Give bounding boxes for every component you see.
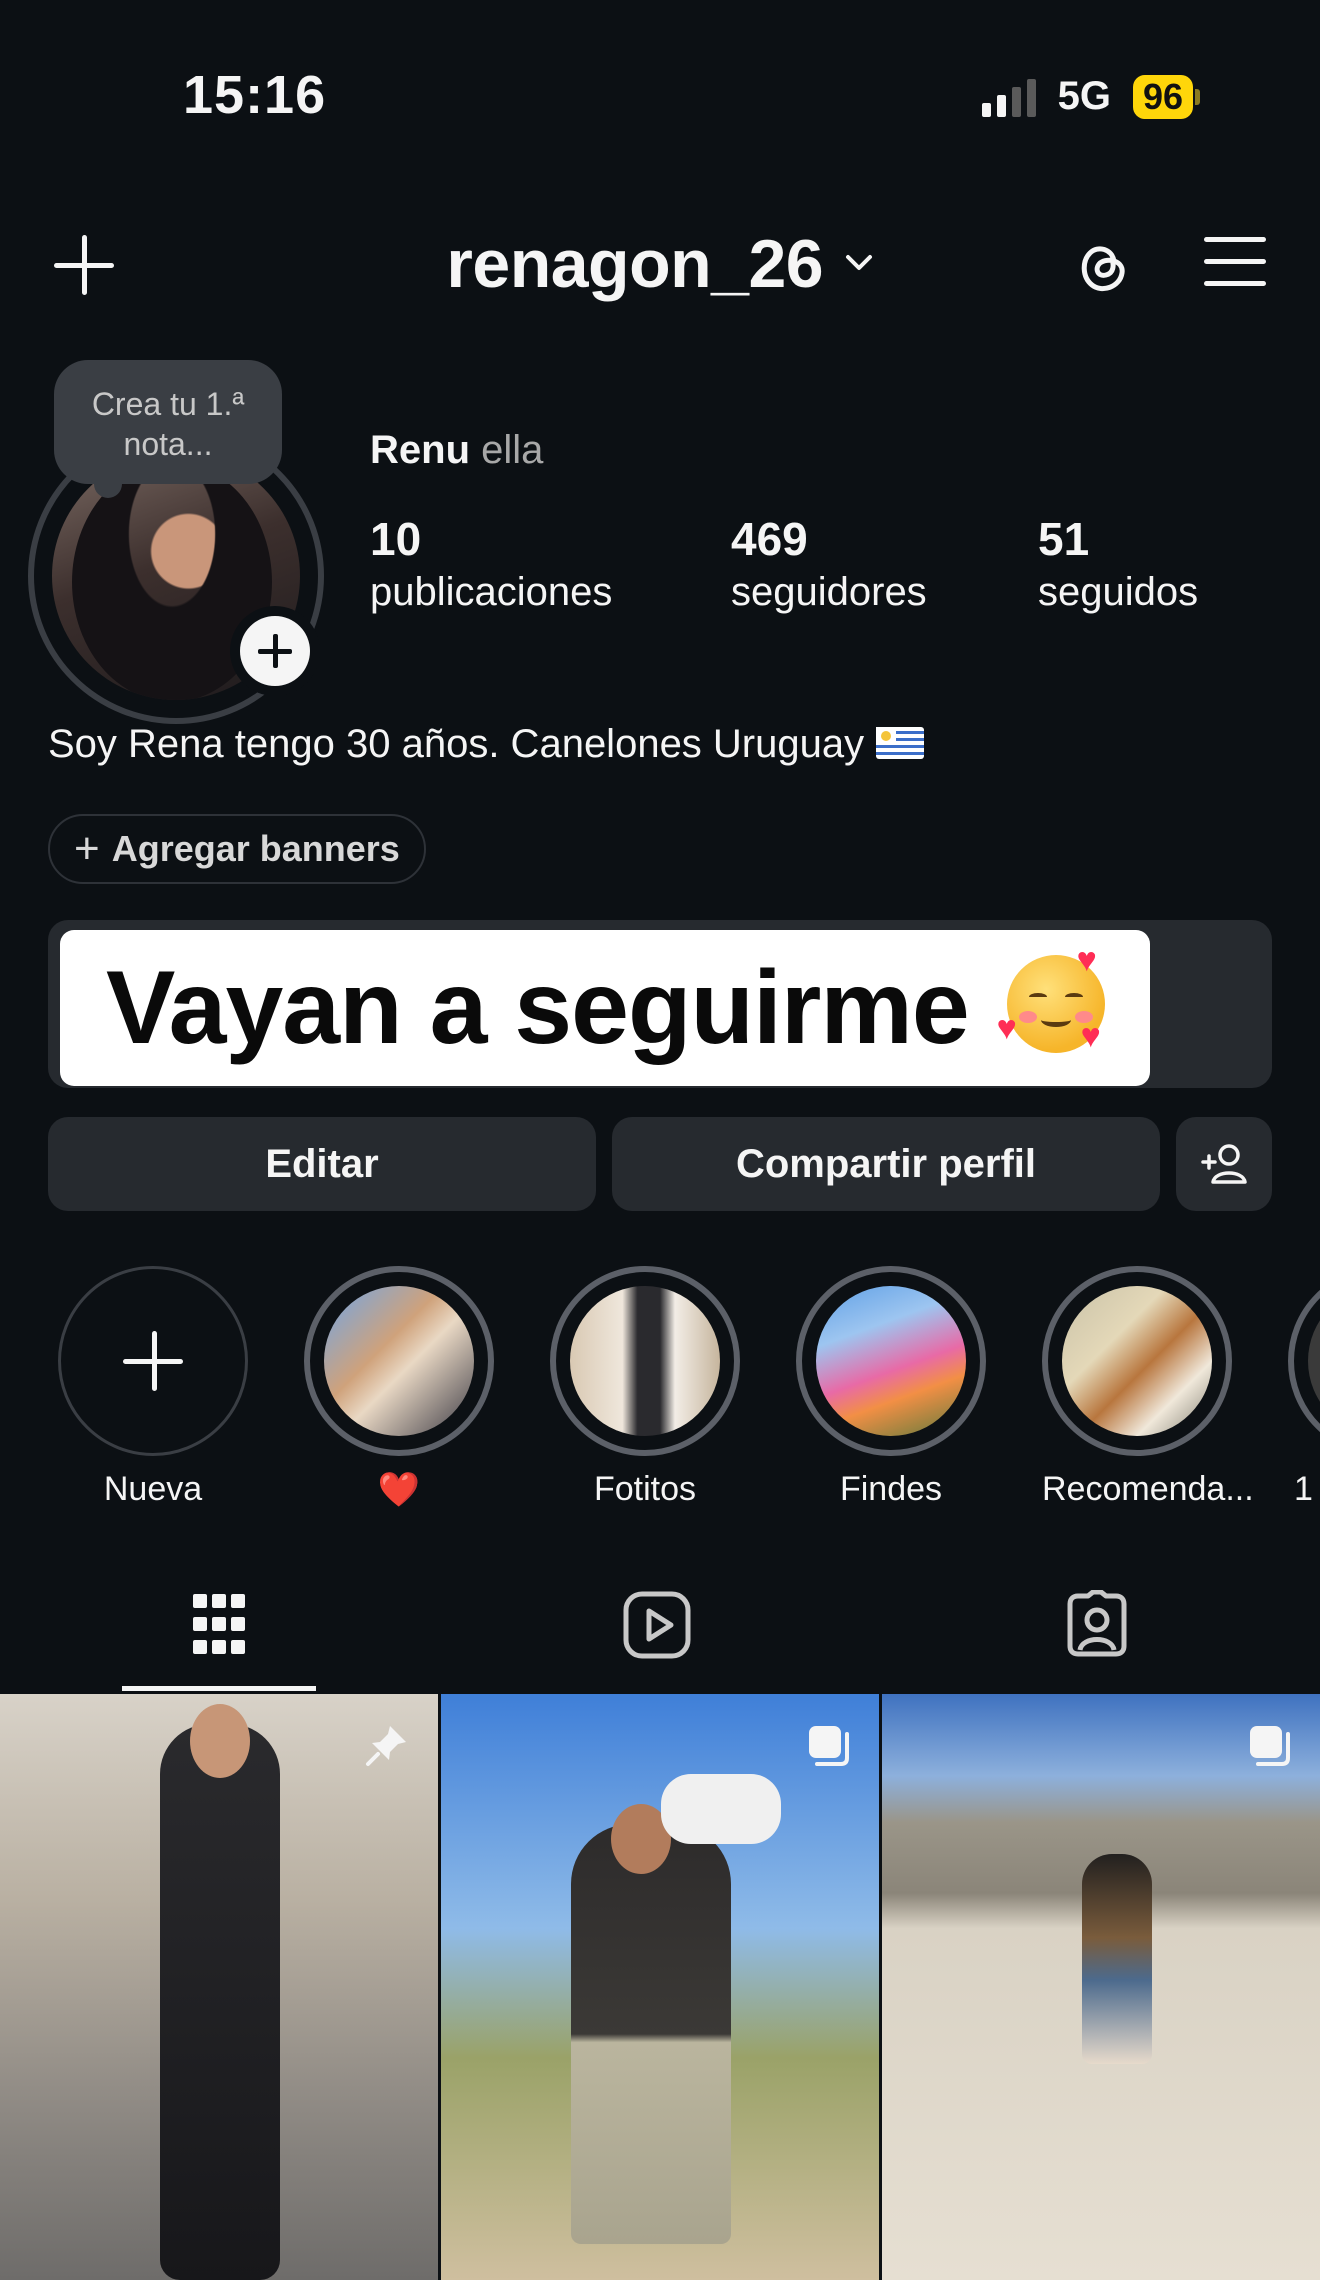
highlight-label: Findes xyxy=(839,1470,943,1508)
active-tab-indicator xyxy=(122,1686,316,1691)
highlight-label: 1 xyxy=(1294,1470,1313,1508)
add-person-icon xyxy=(1201,1144,1247,1184)
content-tabs xyxy=(0,1586,1320,1692)
text-card-label: Vayan a seguirme xyxy=(106,950,970,1066)
display-name: Renu xyxy=(370,428,470,472)
display-name-row: Renu ella xyxy=(370,428,543,473)
edit-profile-button[interactable]: Editar xyxy=(48,1117,596,1211)
battery-level: 96 xyxy=(1132,74,1193,119)
highlight-item[interactable]: Recomenda... xyxy=(1042,1266,1254,1509)
highlight-label: Fotitos xyxy=(593,1470,697,1508)
reels-icon xyxy=(623,1591,691,1659)
add-story-button[interactable] xyxy=(230,606,320,696)
stat-posts[interactable]: 10 publicaciones xyxy=(370,512,612,618)
highlight-cover xyxy=(1042,1266,1232,1456)
stat-value: 10 xyxy=(370,513,422,565)
tagged-icon xyxy=(1067,1590,1127,1657)
menu-icon[interactable] xyxy=(1204,237,1266,287)
highlight-item[interactable]: ❤️ xyxy=(304,1266,494,1510)
smiling-face-with-hearts-icon: ♥ ♥ ♥ xyxy=(997,943,1105,1053)
post-thumbnail[interactable] xyxy=(441,1694,879,2280)
plus-icon xyxy=(58,1266,248,1456)
highlight-item[interactable]: 1 xyxy=(1288,1266,1320,1509)
text-card-content: Vayan a seguirme ♥ ♥ ♥ xyxy=(60,930,1150,1086)
plus-icon: + xyxy=(74,824,100,873)
threads-icon[interactable] xyxy=(1068,231,1136,299)
highlight-cover xyxy=(304,1266,494,1456)
profile-screen: 15:16 5G 96 renagon_26 Crea tu 1.ª nota.… xyxy=(0,0,1320,2280)
pin-icon xyxy=(366,1726,406,1766)
stat-value: 469 xyxy=(731,513,808,565)
highlight-cover xyxy=(1288,1266,1320,1456)
add-banners-button[interactable]: + Agregar banners xyxy=(48,814,426,884)
pronouns: ella xyxy=(481,428,544,472)
highlight-item[interactable]: Fotitos xyxy=(550,1266,740,1509)
discover-people-button[interactable] xyxy=(1176,1117,1272,1211)
stat-following[interactable]: 51 seguidos xyxy=(1038,512,1198,618)
highlight-label: Recomenda... xyxy=(1042,1470,1254,1508)
tab-tagged[interactable] xyxy=(997,1586,1197,1692)
grid-icon xyxy=(193,1594,245,1654)
stat-label: seguidores xyxy=(731,570,927,614)
signal-icon xyxy=(981,77,1036,117)
profile-actions: Editar Compartir perfil xyxy=(48,1117,1272,1211)
profile-header: renagon_26 xyxy=(0,225,1320,305)
tab-posts[interactable] xyxy=(119,1586,319,1692)
stat-value: 51 xyxy=(1038,513,1090,565)
highlight-item[interactable]: Findes xyxy=(796,1266,986,1509)
stat-followers[interactable]: 469 seguidores xyxy=(731,512,927,618)
stat-label: seguidos xyxy=(1038,570,1199,614)
highlight-label: ❤️ xyxy=(377,1471,421,1509)
bio: Soy Rena tengo 30 años. Canelones Urugua… xyxy=(48,722,925,767)
create-note-bubble[interactable]: Crea tu 1.ª nota... xyxy=(54,360,282,498)
status-time: 15:16 xyxy=(183,65,327,125)
carousel-icon xyxy=(1250,1726,1290,1766)
tab-reels[interactable] xyxy=(557,1586,757,1692)
share-profile-button[interactable]: Compartir perfil xyxy=(612,1117,1160,1211)
battery-icon: 96 xyxy=(1132,74,1200,119)
stat-label: publicaciones xyxy=(370,570,613,614)
status-indicators: 5G 96 xyxy=(981,74,1200,119)
post-thumbnail[interactable] xyxy=(0,1694,438,2280)
chevron-down-icon xyxy=(845,255,872,270)
pinned-text-card[interactable]: Vayan a seguirme ♥ ♥ ♥ xyxy=(48,920,1272,1088)
add-banners-label: Agregar banners xyxy=(111,828,400,869)
highlight-label: Nueva xyxy=(103,1470,203,1508)
bio-text: Soy Rena tengo 30 años. Canelones Urugua… xyxy=(48,722,865,766)
uruguay-flag-icon xyxy=(876,727,925,759)
plus-icon xyxy=(240,616,310,686)
carousel-icon xyxy=(809,1726,849,1766)
highlight-cover xyxy=(796,1266,986,1456)
highlight-cover xyxy=(550,1266,740,1456)
network-label: 5G xyxy=(1057,74,1111,118)
highlight-new[interactable]: Nueva xyxy=(58,1266,248,1509)
username: renagon_26 xyxy=(446,226,824,302)
posts-grid xyxy=(0,1694,1320,2280)
post-thumbnail[interactable] xyxy=(882,1694,1320,2280)
